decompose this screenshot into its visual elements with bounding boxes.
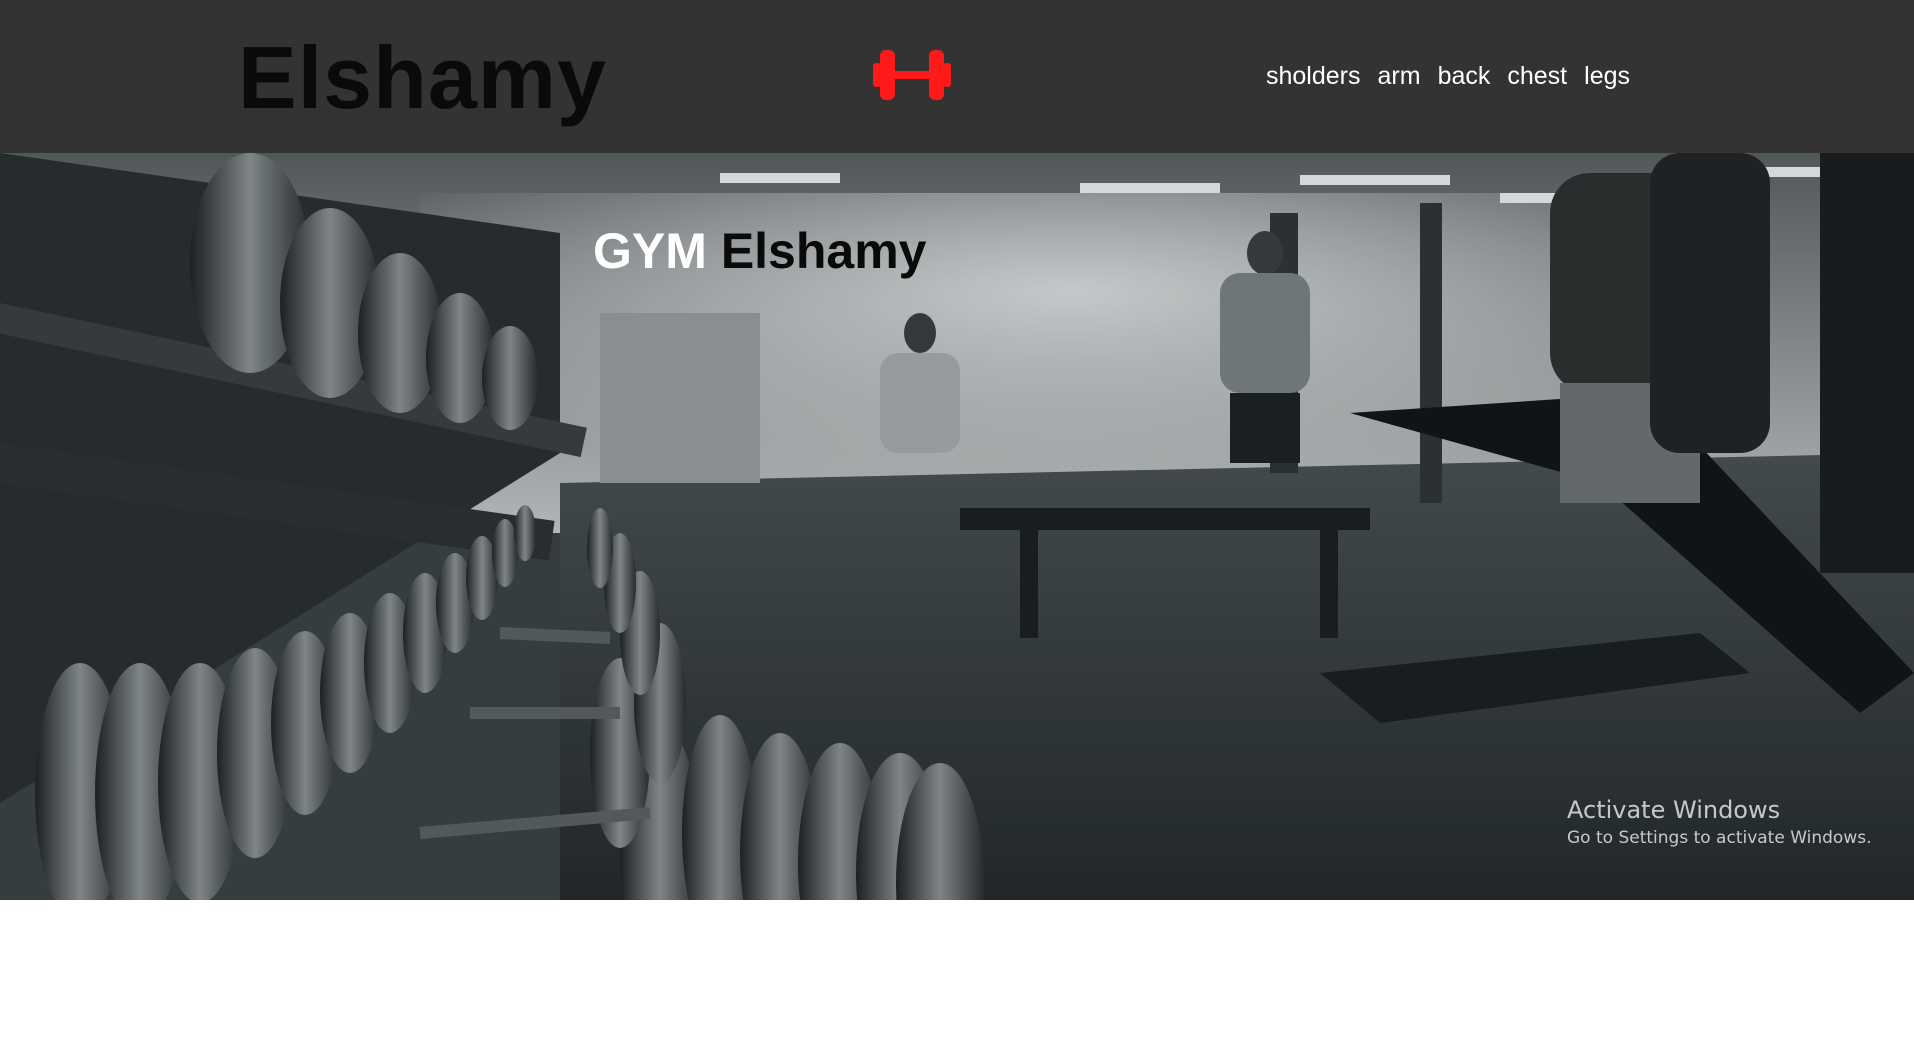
nav-link-back[interactable]: back [1438,58,1491,94]
watermark-title: Activate Windows [1567,796,1781,824]
main-nav: sholders arm back chest legs [1266,58,1630,94]
dumbbell-icon [873,50,951,100]
nav-link-chest[interactable]: chest [1507,58,1567,94]
nav-link-legs[interactable]: legs [1584,58,1630,94]
gym-photo [0,153,1914,900]
hero-title-name: Elshamy [720,223,927,279]
activate-windows-watermark: Activate Windows Go to Settings to activ… [1567,795,1872,851]
watermark-subtitle: Go to Settings to activate Windows. [1567,828,1872,848]
hero-title-gym: GYM [593,223,707,279]
site-header: Elshamy sholders arm back chest legs [0,0,1914,153]
hero-banner: GYM Elshamy Activate Windows Go to Setti… [0,153,1914,900]
hero-title: GYM Elshamy [593,221,926,281]
nav-link-sholders[interactable]: sholders [1266,58,1361,94]
site-brand[interactable]: Elshamy [238,28,607,128]
nav-link-arm[interactable]: arm [1378,58,1421,94]
